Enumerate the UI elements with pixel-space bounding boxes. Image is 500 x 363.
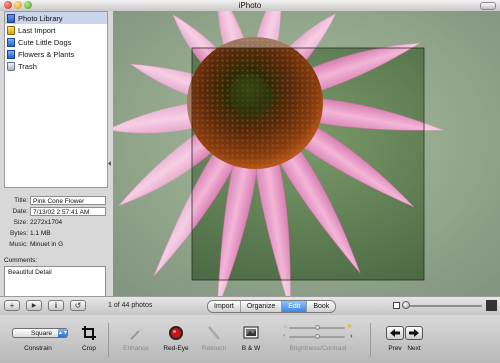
enhance-label: Enhance: [123, 345, 149, 352]
source-item-photo-library[interactable]: Photo Library: [5, 12, 107, 24]
red-eye-icon: [169, 326, 183, 340]
black-and-white-button[interactable]: B & W: [234, 315, 268, 363]
album-icon: [7, 49, 15, 59]
size-label: Size:: [13, 219, 28, 226]
contrast-low-icon: ◐: [283, 333, 287, 339]
music-value: Minuet in G: [30, 241, 64, 248]
bytes-label: Bytes:: [9, 230, 28, 237]
source-item-label: Photo Library: [18, 13, 63, 23]
source-list: Photo Library Last Import Cute Little Do…: [4, 11, 108, 188]
red-eye-button[interactable]: Red-Eye: [158, 315, 194, 363]
black-and-white-icon: [243, 326, 259, 339]
photo-library-icon: [7, 13, 15, 23]
left-arrow-icon: [390, 329, 400, 337]
source-item-label: Cute Little Dogs: [18, 37, 72, 47]
date-label: Date:: [12, 208, 28, 215]
bytes-value: 1.1 MB: [30, 230, 51, 237]
retouch-label: Retouch: [201, 345, 227, 352]
crop-icon: [82, 326, 96, 340]
constrain-tool: Square ▲▼ Constrain: [0, 315, 76, 363]
zoom-window-button[interactable]: [24, 1, 32, 9]
contrast-slider-thumb[interactable]: [314, 334, 320, 339]
source-item-last-import[interactable]: Last Import: [5, 24, 107, 36]
contrast-high-icon: ◑: [348, 333, 353, 340]
music-label: Music:: [9, 241, 28, 248]
mode-organize-button[interactable]: Organize: [240, 301, 283, 312]
source-item-label: Trash: [18, 61, 37, 71]
last-import-icon: [7, 25, 15, 35]
play-icon: ▶: [31, 302, 37, 309]
slideshow-button[interactable]: ▶: [26, 300, 42, 311]
constrain-select[interactable]: Square ▲▼: [12, 328, 68, 338]
next-arrow[interactable]: [405, 326, 423, 340]
magic-wand-icon: [130, 326, 144, 340]
zoom-slider-thumb[interactable]: [402, 301, 410, 309]
trash-icon: [7, 61, 15, 71]
size-value: 2272x1704: [30, 219, 63, 226]
brightness-contrast-label: Brightness/Contrast: [289, 345, 347, 352]
rotate-button[interactable]: ↺: [70, 300, 86, 311]
toolbar-divider: [370, 323, 371, 357]
red-eye-label: Red-Eye: [163, 345, 189, 352]
crop-button[interactable]: Crop: [76, 315, 102, 363]
splitter-arrow-icon[interactable]: [108, 161, 111, 166]
album-icon: [7, 37, 15, 47]
brightness-low-icon: ☼: [283, 324, 289, 330]
edit-toolbar: Square ▲▼ Constrain Crop Enhance Red-Eye: [0, 315, 500, 363]
toolbar-toggle-button[interactable]: [480, 2, 496, 10]
right-arrow-icon: [409, 329, 419, 337]
source-item-flowers-plants[interactable]: Flowers & Plants: [5, 48, 107, 60]
source-item-trash[interactable]: Trash: [5, 60, 107, 72]
info-icon: i: [54, 300, 58, 310]
zoom-slider-track[interactable]: [402, 305, 482, 307]
next-button[interactable]: Next: [403, 315, 425, 363]
black-and-white-label: B & W: [241, 345, 261, 352]
brightness-high-icon: ☀: [345, 322, 353, 331]
select-arrows-icon: ▲▼: [58, 329, 68, 337]
minimize-window-button[interactable]: [14, 1, 22, 9]
zoom-out-icon: [393, 302, 400, 309]
title-field[interactable]: Pink Cone Flower: [30, 196, 106, 205]
brightness-slider-thumb[interactable]: [314, 325, 320, 330]
photo-view[interactable]: [113, 11, 500, 296]
date-field[interactable]: 7/13/02 2:57:41 AM: [30, 207, 106, 216]
close-window-button[interactable]: [4, 1, 12, 9]
view-toolbar: + ▶ i ↺ 1 of 44 photos Import Organize E…: [0, 296, 500, 316]
retouch-button[interactable]: Retouch: [196, 315, 232, 363]
add-album-button[interactable]: +: [4, 300, 20, 311]
title-label: Title:: [14, 197, 28, 204]
comments-label: Comments:: [4, 257, 38, 264]
mode-edit-button[interactable]: Edit: [282, 301, 308, 312]
toolbar-divider: [108, 323, 109, 357]
mode-import-button[interactable]: Import: [208, 301, 241, 312]
flower-photo: [113, 11, 500, 296]
plus-icon: +: [9, 300, 15, 310]
brightness-contrast-sliders: ☼ ☀ ◐ ◑: [283, 322, 353, 344]
photo-count: 1 of 44 photos: [108, 302, 153, 309]
mode-switcher: Import Organize Edit Book: [207, 300, 337, 313]
enhance-button[interactable]: Enhance: [114, 315, 158, 363]
info-button[interactable]: i: [48, 300, 64, 311]
brush-icon: [208, 326, 220, 340]
constrain-value: Square: [31, 330, 52, 337]
rotate-icon: ↺: [74, 300, 82, 310]
source-item-cute-little-dogs[interactable]: Cute Little Dogs: [5, 36, 107, 48]
mode-book-button[interactable]: Book: [307, 301, 336, 312]
next-label: Next: [407, 345, 421, 352]
crop-label: Crop: [81, 345, 97, 352]
constrain-label: Constrain: [24, 345, 52, 352]
window-title: iPhoto: [238, 1, 262, 10]
source-item-label: Last Import: [18, 25, 56, 35]
prev-arrow[interactable]: [386, 326, 404, 340]
zoom-in-icon: [486, 300, 497, 311]
source-item-label: Flowers & Plants: [18, 49, 75, 59]
left-panel: Photo Library Last Import Cute Little Do…: [0, 11, 113, 303]
